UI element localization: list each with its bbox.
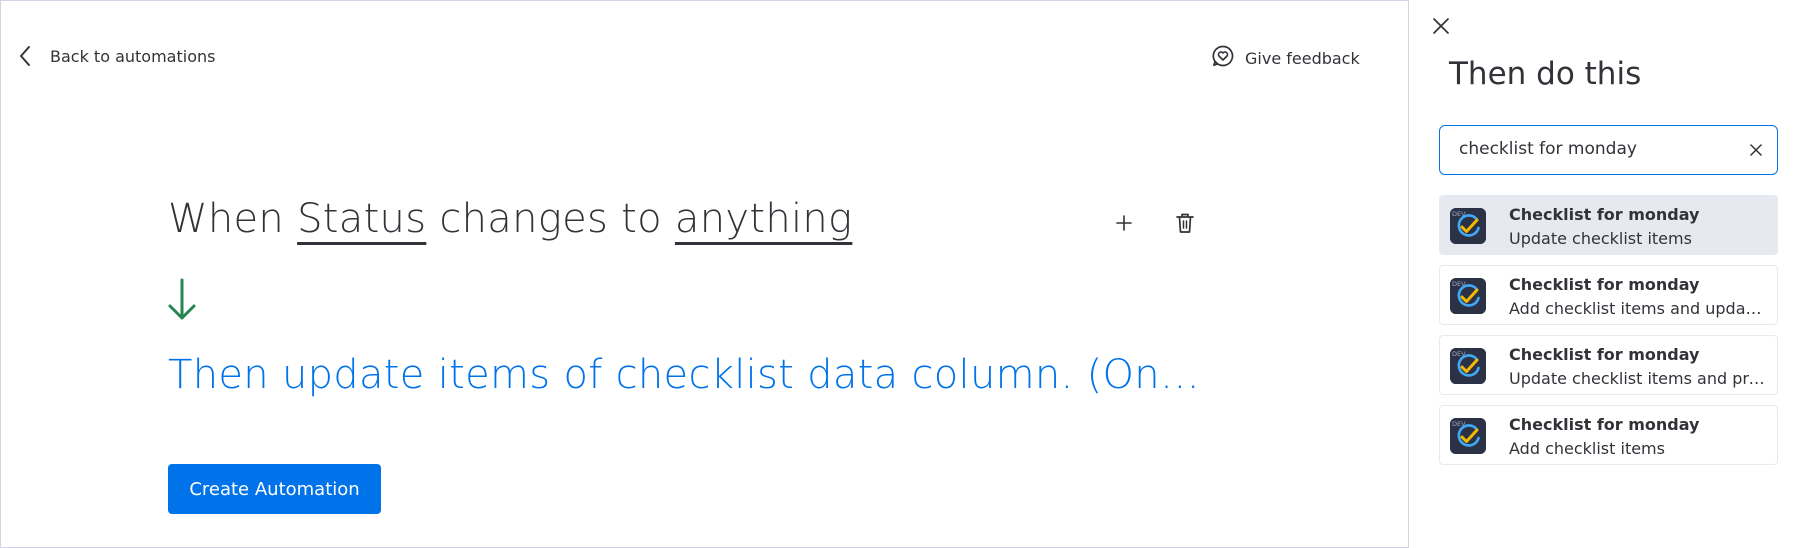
result-title: Checklist for monday — [1509, 345, 1700, 364]
action-picker-panel: Then do this DEV Checklist for monday Up… — [1408, 0, 1793, 548]
trash-icon — [1176, 213, 1194, 233]
result-subtitle: Update checklist items — [1509, 229, 1692, 248]
result-item[interactable]: DEV Checklist for monday Add checklist i… — [1439, 405, 1778, 465]
close-icon — [1433, 18, 1449, 34]
result-item[interactable]: DEV Checklist for monday Update checklis… — [1439, 195, 1778, 255]
result-item[interactable]: DEV Checklist for monday Update checklis… — [1439, 335, 1778, 395]
panel-title: Then do this — [1449, 56, 1642, 92]
plus-icon — [1116, 215, 1132, 231]
arrow-down-icon — [166, 278, 198, 322]
back-link-label: Back to automations — [50, 46, 216, 66]
checklist-app-icon: DEV — [1450, 278, 1486, 314]
trigger-field-status[interactable]: Status — [297, 196, 426, 242]
close-icon — [1750, 144, 1762, 156]
action-sentence[interactable]: Then update items of checklist data colu… — [168, 352, 1208, 398]
checklist-app-icon: DEV — [1450, 348, 1486, 384]
chevron-left-icon — [18, 44, 36, 68]
result-subtitle: Update checklist items and progress — [1509, 369, 1767, 388]
give-feedback-button[interactable]: Give feedback — [1211, 44, 1360, 72]
search-input[interactable] — [1459, 126, 1739, 172]
result-subtitle: Add checklist items and update status — [1509, 299, 1767, 318]
result-title: Checklist for monday — [1509, 415, 1700, 434]
checklist-app-icon: DEV — [1450, 418, 1486, 454]
clear-search-button[interactable] — [1745, 139, 1767, 161]
close-panel-button[interactable] — [1429, 14, 1453, 38]
result-item[interactable]: DEV Checklist for monday Add checklist i… — [1439, 265, 1778, 325]
create-automation-button[interactable]: Create Automation — [168, 464, 381, 514]
trigger-field-anything[interactable]: anything — [675, 196, 852, 242]
result-title: Checklist for monday — [1509, 275, 1700, 294]
give-feedback-label: Give feedback — [1245, 48, 1360, 68]
feedback-heart-icon — [1211, 44, 1235, 72]
search-results-list: DEV Checklist for monday Update checklis… — [1439, 195, 1778, 475]
checklist-app-icon: DEV — [1450, 208, 1486, 244]
automation-editor: Back to automations Give feedback When S… — [0, 0, 1408, 548]
trigger-text-when: When — [168, 196, 298, 242]
trigger-sentence: When Status changes to anything — [168, 196, 852, 242]
result-title: Checklist for monday — [1509, 205, 1700, 224]
delete-trigger-button[interactable] — [1170, 208, 1200, 238]
back-to-automations-link[interactable]: Back to automations — [18, 44, 215, 68]
trigger-text-changes-to: changes to — [426, 196, 675, 242]
add-condition-button[interactable] — [1109, 208, 1139, 238]
result-subtitle: Add checklist items — [1509, 439, 1665, 458]
search-box — [1439, 125, 1778, 175]
